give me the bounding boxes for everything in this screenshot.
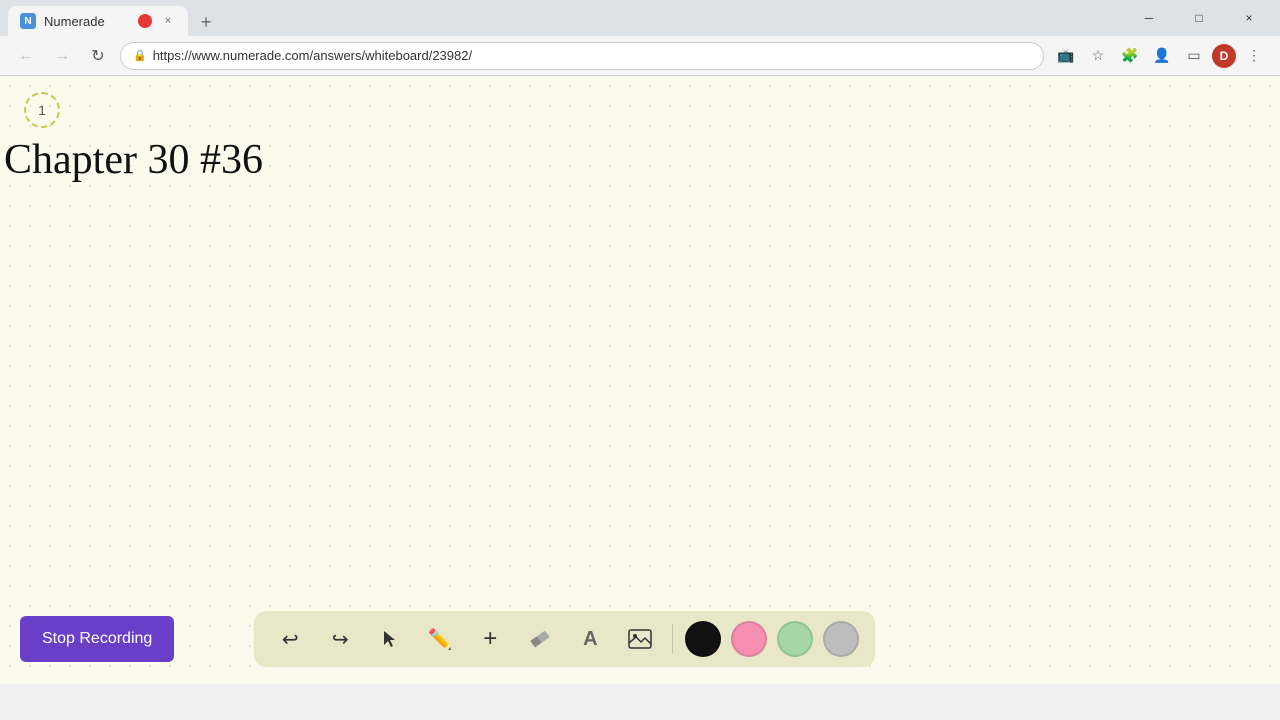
pencil-tool-button[interactable]: ✏️ bbox=[420, 619, 460, 659]
url-text: https://www.numerade.com/answers/whitebo… bbox=[153, 48, 472, 63]
browser-tab[interactable]: N Numerade × bbox=[8, 6, 188, 36]
maximize-button[interactable]: □ bbox=[1176, 0, 1222, 36]
add-button[interactable]: + bbox=[470, 619, 510, 659]
tab-title: Numerade bbox=[44, 14, 130, 29]
tab-close-button[interactable]: × bbox=[160, 13, 176, 29]
user-avatar[interactable]: D bbox=[1212, 44, 1236, 68]
cast-icon[interactable]: 📺 bbox=[1052, 42, 1080, 70]
stop-recording-button[interactable]: Stop Recording bbox=[20, 616, 174, 662]
menu-icon[interactable]: ⋮ bbox=[1240, 42, 1268, 70]
address-bar[interactable]: 🔒 https://www.numerade.com/answers/white… bbox=[120, 42, 1044, 70]
address-bar-row: ← → ↻ 🔒 https://www.numerade.com/answers… bbox=[0, 36, 1280, 76]
redo-button[interactable]: ↪ bbox=[320, 619, 360, 659]
bottom-toolbar: Stop Recording ↩ ↪ ✏️ + bbox=[0, 594, 1280, 684]
tab-favicon: N bbox=[20, 13, 36, 29]
whiteboard-canvas[interactable]: 1 Chapter 30 #36 Stop Recording ↩ ↪ ✏️ + bbox=[0, 76, 1280, 684]
bookmark-icon[interactable]: ☆ bbox=[1084, 42, 1112, 70]
forward-button[interactable]: → bbox=[48, 42, 76, 70]
new-tab-button[interactable]: + bbox=[192, 8, 220, 36]
color-green[interactable] bbox=[777, 621, 813, 657]
color-gray[interactable] bbox=[823, 621, 859, 657]
image-tool-button[interactable] bbox=[620, 619, 660, 659]
color-black[interactable] bbox=[685, 621, 721, 657]
color-pink[interactable] bbox=[731, 621, 767, 657]
toolbar-divider bbox=[672, 624, 673, 654]
eraser-tool-button[interactable] bbox=[515, 613, 566, 664]
chapter-title: Chapter 30 #36 bbox=[4, 136, 263, 184]
sidebar-icon[interactable]: ▭ bbox=[1180, 42, 1208, 70]
back-button[interactable]: ← bbox=[12, 42, 40, 70]
text-tool-button[interactable]: A bbox=[570, 619, 610, 659]
recording-indicator bbox=[138, 14, 152, 28]
reload-button[interactable]: ↻ bbox=[84, 42, 112, 70]
ssl-lock-icon: 🔒 bbox=[133, 49, 147, 62]
browser-toolbar-icons: 📺 ☆ 🧩 👤 ▭ D ⋮ bbox=[1052, 42, 1268, 70]
select-tool-button[interactable] bbox=[370, 619, 410, 659]
close-window-button[interactable]: × bbox=[1226, 0, 1272, 36]
page-number: 1 bbox=[24, 92, 60, 128]
minimize-button[interactable]: ─ bbox=[1126, 0, 1172, 36]
profile-icon[interactable]: 👤 bbox=[1148, 42, 1176, 70]
extension-icon[interactable]: 🧩 bbox=[1116, 42, 1144, 70]
drawing-toolbar: ↩ ↪ ✏️ + A bbox=[254, 611, 875, 667]
undo-button[interactable]: ↩ bbox=[270, 619, 310, 659]
